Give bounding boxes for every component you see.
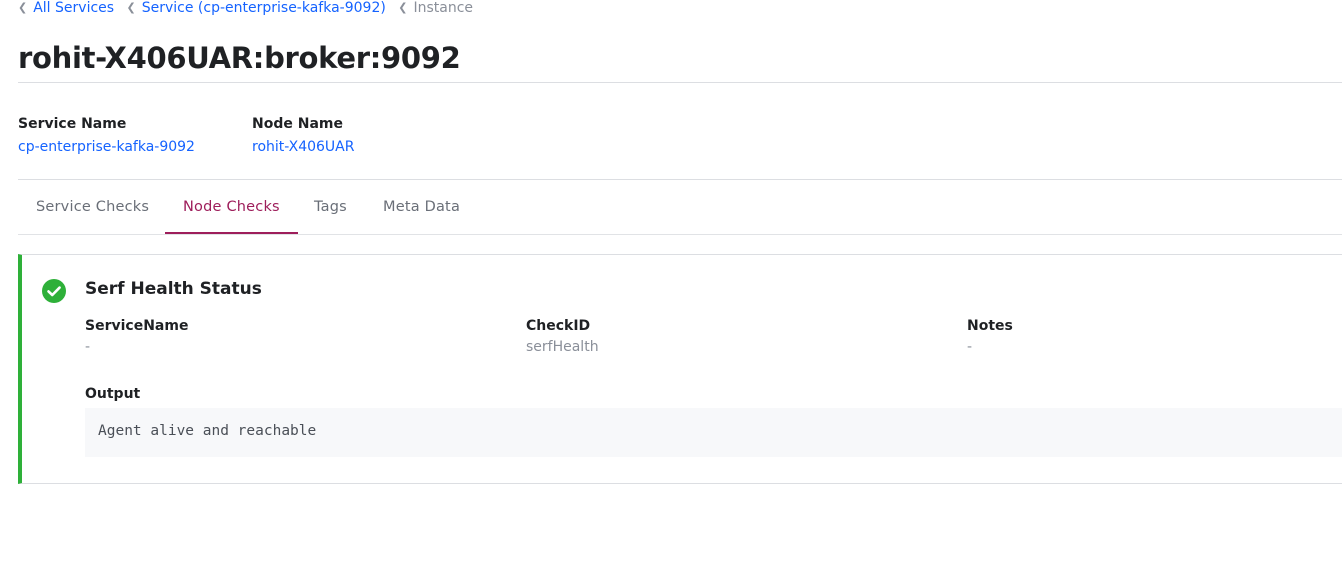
chevron-left-icon: ❮: [398, 1, 408, 14]
title-divider: [18, 82, 1342, 83]
check-title: Serf Health Status: [85, 279, 262, 299]
node-name-detail: Node Name rohit-X406UAR: [252, 115, 354, 156]
service-name-label: Service Name: [18, 116, 127, 132]
chevron-left-icon: ❮: [18, 1, 28, 14]
check-circle-icon: [42, 279, 66, 303]
node-name-link[interactable]: rohit-X406UAR: [252, 138, 354, 156]
check-field-servicename: ServiceName -: [85, 317, 188, 356]
breadcrumb-item-instance: ❮ Instance: [398, 0, 473, 17]
breadcrumb-current-instance: Instance: [413, 0, 474, 16]
service-name-link[interactable]: cp-enterprise-kafka-9092: [18, 138, 195, 156]
check-field-notes: Notes -: [967, 317, 1013, 356]
page-title: rohit-X406UAR:broker:9092: [18, 41, 461, 75]
breadcrumb-link-all-services[interactable]: All Services: [33, 0, 114, 16]
breadcrumb-item-service[interactable]: ❮ Service (cp-enterprise-kafka-9092): [127, 0, 386, 17]
field-label: Notes: [967, 318, 1013, 334]
chevron-left-icon: ❮: [126, 1, 136, 14]
output-label: Output: [85, 386, 141, 402]
breadcrumb: ❮ All Services ❮ Service (cp-enterprise-ka…: [18, 0, 473, 17]
tab-service-checks[interactable]: Service Checks: [18, 181, 167, 232]
health-check-card: Serf Health Status ServiceName - CheckID…: [18, 254, 1342, 484]
output-text: Agent alive and reachable: [98, 423, 317, 439]
tab-meta-data[interactable]: Meta Data: [365, 181, 478, 232]
breadcrumb-link-service[interactable]: Service (cp-enterprise-kafka-9092): [142, 0, 386, 16]
breadcrumb-item-all-services[interactable]: ❮ All Services: [18, 0, 114, 17]
tab-bar: Service Checks Node Checks Tags Meta Dat…: [18, 181, 1342, 235]
node-name-label: Node Name: [252, 116, 343, 132]
tab-tags[interactable]: Tags: [296, 181, 365, 232]
service-name-detail: Service Name cp-enterprise-kafka-9092: [18, 115, 195, 156]
field-value: -: [967, 339, 973, 355]
field-value: -: [85, 339, 91, 355]
field-value: serfHealth: [526, 339, 599, 355]
tab-node-checks[interactable]: Node Checks: [165, 181, 298, 234]
field-label: CheckID: [526, 318, 591, 334]
output-box: Agent alive and reachable: [85, 408, 1342, 457]
check-field-checkid: CheckID serfHealth: [526, 317, 599, 356]
details-divider: [18, 179, 1342, 180]
field-label: ServiceName: [85, 318, 189, 334]
